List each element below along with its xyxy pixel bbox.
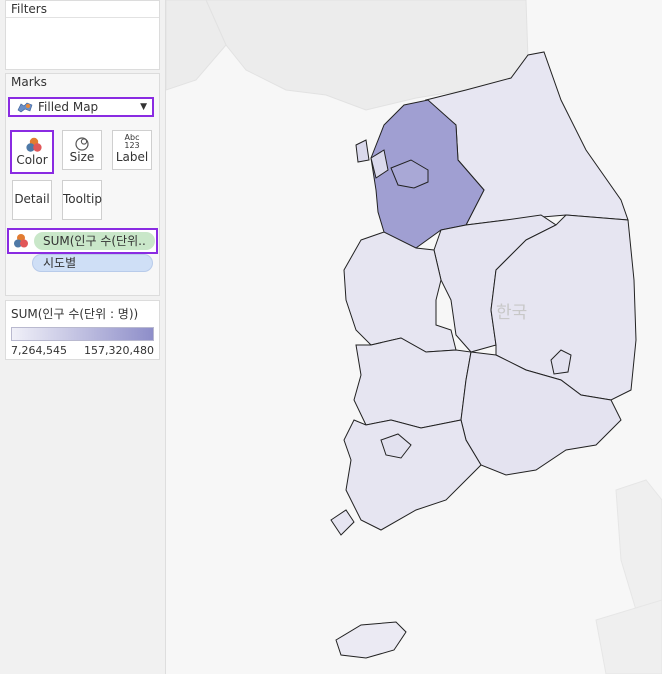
size-button-label: Size (69, 150, 95, 164)
chevron-down-icon: ▼ (140, 102, 147, 112)
detail-field-pill[interactable]: 시도별 (32, 254, 153, 272)
color-icon (14, 234, 28, 248)
legend-max-value: 157,320,480 (84, 344, 154, 357)
color-field-pill[interactable]: SUM(인구 수(단위.. (34, 232, 155, 250)
tooltip-button-label: Tooltip (63, 192, 102, 206)
legend-min-value: 7,264,545 (11, 344, 67, 357)
label-button[interactable]: Abc 123 Label (112, 130, 152, 170)
detail-button-label: Detail (14, 192, 50, 206)
size-button[interactable]: Size (62, 130, 102, 170)
color-legend-card: SUM(인구 수(단위 : 명)) 7,264,545 157,320,480 (5, 300, 160, 360)
color-icon (26, 137, 42, 152)
region-jeonnam-island[interactable] (330, 509, 355, 536)
region-incheon-island[interactable] (355, 139, 370, 163)
color-field-shelf[interactable]: SUM(인구 수(단위.. (7, 228, 158, 254)
filters-title: Filters (11, 2, 47, 16)
mark-type-dropdown[interactable]: Filled Map ▼ (8, 97, 154, 117)
detail-button[interactable]: Detail (12, 180, 52, 220)
map-view[interactable]: 한국 (166, 0, 662, 674)
filters-divider (6, 17, 159, 18)
country-label: 한국 (496, 303, 528, 323)
background-land-southeast (595, 599, 662, 674)
tooltip-button[interactable]: Tooltip (62, 180, 102, 220)
color-button[interactable]: Color (10, 130, 54, 174)
filters-card[interactable]: Filters (5, 0, 160, 70)
filled-map-icon (17, 102, 33, 113)
map-canvas[interactable] (166, 0, 662, 674)
region-jeju[interactable] (335, 621, 407, 659)
color-button-label: Color (16, 153, 48, 167)
marks-card: Marks Filled Map ▼ Color Size Abc 123 La… (5, 73, 160, 296)
sidebar: Filters Marks Filled Map ▼ Color Size Ab… (0, 0, 166, 674)
legend-title: SUM(인구 수(단위 : 명)) (11, 307, 139, 321)
label-icon: Abc 123 (113, 134, 151, 150)
marks-title: Marks (11, 75, 47, 89)
label-icon-text-123: 123 (124, 141, 140, 150)
mark-type-label: Filled Map (38, 100, 99, 114)
region-jeonnam[interactable] (343, 419, 482, 531)
background-land-east-island (615, 479, 662, 611)
label-button-label: Label (115, 150, 149, 164)
region-jeonbuk[interactable] (353, 337, 472, 429)
legend-gradient-bar[interactable] (11, 327, 154, 341)
